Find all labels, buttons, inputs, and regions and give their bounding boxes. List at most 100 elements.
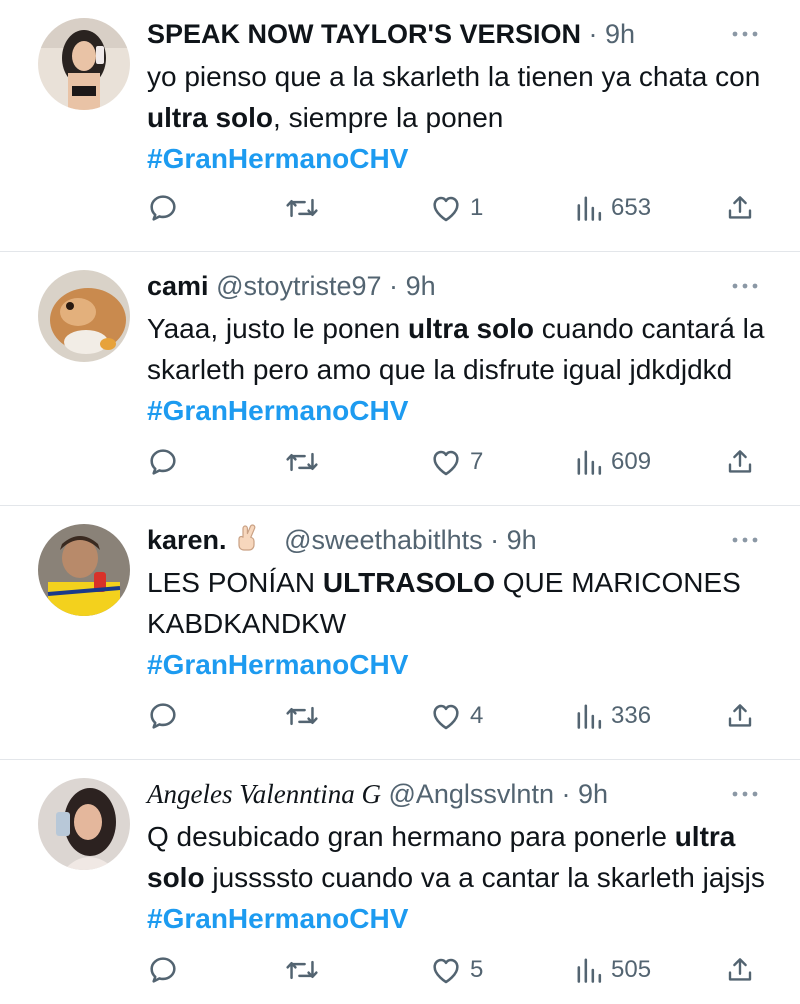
separator-dot: · bbox=[490, 525, 500, 555]
separator-dot: · bbox=[561, 779, 571, 809]
timestamp[interactable]: 9h bbox=[578, 779, 608, 809]
heart-icon bbox=[433, 196, 459, 222]
retweet-icon bbox=[286, 198, 318, 218]
like-button[interactable]: 5 bbox=[430, 953, 483, 987]
share-icon bbox=[728, 450, 752, 473]
crossed-fingers-emoji-icon bbox=[237, 524, 255, 551]
more-icon[interactable] bbox=[730, 784, 760, 804]
separator-dot: · bbox=[389, 271, 399, 301]
retweet-icon bbox=[286, 706, 318, 726]
timestamp[interactable]: 9h bbox=[605, 19, 635, 49]
display-name[interactable]: Angeles Valenntina G bbox=[147, 779, 381, 809]
hashtag-link[interactable]: #GranHermanoCHV bbox=[147, 395, 408, 426]
views-button[interactable]: 336 bbox=[575, 699, 651, 733]
share-button[interactable] bbox=[725, 953, 755, 987]
tweet-text: Q desubicado gran hermano para ponerle u… bbox=[147, 816, 777, 939]
text-segment: , siempre la ponen bbox=[273, 102, 504, 133]
views-button[interactable]: 505 bbox=[575, 953, 651, 987]
view-count: 336 bbox=[611, 702, 652, 729]
action-bar: 1 653 bbox=[147, 191, 762, 225]
reply-button[interactable] bbox=[147, 445, 179, 479]
avatar[interactable] bbox=[38, 18, 130, 110]
tweet-text: yo pienso que a la skarleth la tienen ya… bbox=[147, 56, 777, 179]
like-button[interactable]: 1 bbox=[430, 191, 483, 225]
reply-icon bbox=[150, 703, 176, 729]
like-count: 5 bbox=[470, 956, 484, 983]
action-bar: 7 609 bbox=[147, 445, 762, 479]
like-count: 1 bbox=[470, 194, 484, 221]
bold-text: ultra solo bbox=[147, 102, 274, 133]
more-icon[interactable] bbox=[730, 24, 760, 44]
tweet-card[interactable]: SPEAK NOW TAYLOR'S VERSION · 9h yo piens… bbox=[0, 0, 800, 252]
tweet-text: Yaaa, justo le ponen ultra solo cuando c… bbox=[147, 308, 777, 431]
share-icon bbox=[728, 704, 752, 727]
timestamp[interactable]: 9h bbox=[507, 525, 537, 555]
heart-icon bbox=[433, 958, 459, 984]
heart-icon bbox=[433, 704, 459, 730]
share-icon bbox=[728, 958, 752, 981]
text-segment: Yaaa, justo le ponen bbox=[147, 313, 409, 344]
hashtag-link[interactable]: #GranHermanoCHV bbox=[147, 903, 408, 934]
view-count: 609 bbox=[611, 448, 652, 475]
timestamp[interactable]: 9h bbox=[406, 271, 436, 301]
retweet-button[interactable] bbox=[285, 699, 319, 733]
action-bar: 4 336 bbox=[147, 699, 762, 733]
display-name[interactable]: karen. bbox=[147, 525, 227, 555]
views-icon bbox=[577, 704, 602, 729]
tweet-feed: SPEAK NOW TAYLOR'S VERSION · 9h yo piens… bbox=[0, 0, 800, 1004]
handle[interactable]: @sweethabitlhts bbox=[284, 525, 483, 555]
tweet-header: Angeles Valenntina G @Anglssvlntn · 9h bbox=[147, 776, 730, 812]
tweet-card[interactable]: cami @stoytriste97 · 9h Yaaa, justo le p… bbox=[0, 252, 800, 506]
more-icon[interactable] bbox=[730, 276, 760, 296]
text-segment: jussssto cuando va a cantar la skarleth … bbox=[204, 862, 765, 893]
reply-icon bbox=[150, 195, 176, 221]
action-bar: 5 505 bbox=[147, 953, 762, 987]
like-count: 7 bbox=[470, 448, 484, 475]
like-button[interactable]: 4 bbox=[430, 699, 483, 733]
heart-icon bbox=[433, 450, 459, 476]
handle[interactable]: @stoytriste97 bbox=[216, 271, 381, 301]
display-name[interactable]: SPEAK NOW TAYLOR'S VERSION bbox=[147, 19, 581, 49]
avatar[interactable] bbox=[38, 524, 130, 616]
retweet-icon bbox=[286, 452, 318, 472]
views-button[interactable]: 653 bbox=[575, 191, 651, 225]
reply-icon bbox=[150, 957, 176, 983]
separator-dot: · bbox=[588, 19, 598, 49]
share-button[interactable] bbox=[725, 445, 755, 479]
tweet-header: cami @stoytriste97 · 9h bbox=[147, 268, 730, 304]
view-count: 653 bbox=[611, 194, 652, 221]
views-button[interactable]: 609 bbox=[575, 445, 651, 479]
tweet-text: LES PONÍAN ULTRASOLO QUE MARICONES KABDK… bbox=[147, 562, 777, 685]
view-count: 505 bbox=[611, 956, 652, 983]
tweet-card[interactable]: Angeles Valenntina G @Anglssvlntn · 9h Q… bbox=[0, 760, 800, 1004]
reply-icon bbox=[150, 449, 176, 475]
bold-text: ULTRASOLO bbox=[322, 567, 495, 598]
tweet-header: SPEAK NOW TAYLOR'S VERSION · 9h bbox=[147, 16, 730, 52]
reply-button[interactable] bbox=[147, 191, 179, 225]
avatar[interactable] bbox=[38, 778, 130, 870]
avatar[interactable] bbox=[38, 270, 130, 362]
retweet-button[interactable] bbox=[285, 445, 319, 479]
share-button[interactable] bbox=[725, 191, 755, 225]
like-count: 4 bbox=[470, 702, 484, 729]
text-segment: yo pienso que a la skarleth la tienen ya… bbox=[147, 61, 761, 92]
views-icon bbox=[577, 196, 602, 221]
hashtag-link[interactable]: #GranHermanoCHV bbox=[147, 143, 408, 174]
handle[interactable]: @Anglssvlntn bbox=[388, 779, 553, 809]
bold-text: ultra solo bbox=[408, 313, 535, 344]
retweet-button[interactable] bbox=[285, 953, 319, 987]
hashtag-link[interactable]: #GranHermanoCHV bbox=[147, 649, 408, 680]
text-segment: LES PONÍAN bbox=[147, 567, 323, 598]
tweet-card[interactable]: karen. @sweethabitlhts · 9h LES PONÍAN U… bbox=[0, 506, 800, 760]
retweet-icon bbox=[286, 960, 318, 980]
reply-button[interactable] bbox=[147, 699, 179, 733]
reply-button[interactable] bbox=[147, 953, 179, 987]
retweet-button[interactable] bbox=[285, 191, 319, 225]
views-icon bbox=[577, 958, 602, 983]
more-icon[interactable] bbox=[730, 530, 760, 550]
display-name[interactable]: cami bbox=[147, 271, 209, 301]
like-button[interactable]: 7 bbox=[430, 445, 483, 479]
tweet-header: karen. @sweethabitlhts · 9h bbox=[147, 522, 730, 558]
share-button[interactable] bbox=[725, 699, 755, 733]
text-segment: Q desubicado gran hermano para ponerle bbox=[147, 821, 675, 852]
